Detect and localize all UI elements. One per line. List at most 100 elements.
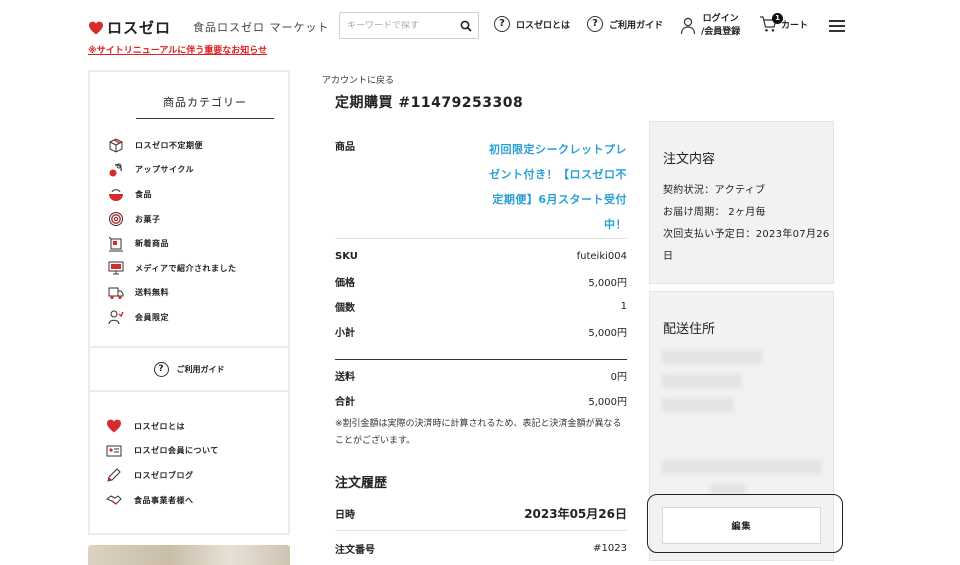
shipping-row: 送料 0円 <box>335 363 627 388</box>
upcycle-icon <box>109 163 122 177</box>
subtotal-row: 小計 5,000円 <box>335 319 627 344</box>
nav-about-label: ロスゼロとは <box>516 20 571 31</box>
question-circle-icon: ? <box>494 16 510 32</box>
category-item-new[interactable]: 新着商品 <box>90 231 288 256</box>
category-item-label: 送料無料 <box>135 288 169 298</box>
logo-text: ロスゼロ <box>107 19 172 37</box>
sidebar-guide-link[interactable]: ? ご利用ガイド <box>88 346 290 392</box>
order-date-label: 日時 <box>335 510 355 521</box>
divider <box>335 359 627 360</box>
price-value: 5,000円 <box>588 278 627 289</box>
category-item-free-shipping[interactable]: 送料無料 <box>90 281 288 306</box>
search-icon[interactable] <box>460 20 472 32</box>
question-circle-icon: ? <box>153 361 169 377</box>
category-item-futeiki[interactable]: ロスゼロ不定期便 <box>90 133 288 158</box>
nav-cart-label: カート <box>781 20 809 31</box>
category-title: 商品カテゴリー <box>136 94 274 119</box>
price-row: 価格 5,000円 <box>335 269 627 294</box>
address-redacted <box>710 484 746 494</box>
donut-icon <box>109 212 123 227</box>
sku-row: SKU futeiki004 <box>335 244 627 269</box>
order-summary-panel: 注文内容 契約状況：アクティブ お届け周期： 2ヶ月毎 次回支払い予定日：202… <box>649 121 834 284</box>
order-date-row: 日時 2023年05月26日 <box>335 501 627 526</box>
renewal-notice-link[interactable]: ※サイトリニューアルに伴う重要なお知らせ <box>88 43 267 56</box>
sidebar: 商品カテゴリー ロスゼロ不定期便 アップサイクル 食品 お菓子 新着商品 メディ… <box>88 70 290 565</box>
about-item-blog[interactable]: ロスゼロブログ <box>90 463 288 488</box>
cart-icon-wrap: 1 <box>759 13 783 33</box>
order-number-label: 注文番号 <box>335 545 375 556</box>
quantity-row: 個数 1 <box>335 294 627 319</box>
next-payment-date: 次回支払い予定日：2023年07月26日 <box>663 229 830 262</box>
handshake-icon <box>106 495 122 505</box>
total-row: 合計 5,000円 <box>335 388 627 413</box>
discount-note: ※割引金額は実際の決済時に計算されるため、表記と決済金額が異なることがございます… <box>335 419 622 446</box>
nav-login[interactable]: ログイン /会員登録 <box>680 13 740 39</box>
product-label: 商品 <box>335 142 355 153</box>
category-item-label: 新着商品 <box>135 239 169 249</box>
price-label: 価格 <box>335 278 355 289</box>
address-redacted <box>662 398 734 412</box>
site-logo[interactable]: ロスゼロ <box>88 17 171 38</box>
category-list: ロスゼロ不定期便 アップサイクル 食品 お菓子 新着商品 メディアで紹介されまし… <box>90 133 288 330</box>
order-number-line: 注文番号 #1023 <box>335 536 627 561</box>
hamburger-menu-icon[interactable] <box>829 20 845 32</box>
order-date-line: 日時 2023年05月26日 <box>335 501 627 526</box>
login-line2: /会員登録 <box>701 27 741 37</box>
shipping-value: 0円 <box>610 372 627 383</box>
user-icon <box>680 17 696 35</box>
box-icon <box>109 138 123 153</box>
category-item-media[interactable]: メディアで紹介されました <box>90 256 288 281</box>
about-item-label: ロスゼロとは <box>134 421 185 431</box>
about-item-membership[interactable]: ロスゼロ会員について <box>90 439 288 464</box>
divider <box>335 530 627 531</box>
back-to-account-link[interactable]: アカウントに戻る <box>322 73 394 86</box>
login-text: ログイン /会員登録 <box>701 13 740 39</box>
page-title: 定期購買 #11479253308 <box>335 95 524 111</box>
about-item-rosszero[interactable]: ロスゼロとは <box>90 414 288 439</box>
nav-cart[interactable]: 1 カート <box>759 13 809 33</box>
question-circle-icon: ? <box>587 16 603 32</box>
category-item-members[interactable]: 会員限定 <box>90 305 288 330</box>
pencil-icon <box>107 468 121 483</box>
heart-icon <box>107 419 121 433</box>
site-tagline: 食品ロスゼロ マーケット <box>193 21 330 34</box>
category-box: 商品カテゴリー ロスゼロ不定期便 アップサイクル 食品 お菓子 新着商品 メディ… <box>88 70 290 348</box>
truck-icon <box>108 287 124 299</box>
search-box <box>339 12 479 39</box>
address-redacted <box>662 460 822 474</box>
order-summary-title: 注文内容 <box>663 152 716 167</box>
category-item-label: 会員限定 <box>135 312 169 322</box>
shipping-address-title: 配送住所 <box>663 322 716 337</box>
category-item-food[interactable]: 食品 <box>90 182 288 207</box>
address-redacted <box>662 374 742 388</box>
category-item-sweets[interactable]: お菓子 <box>90 207 288 232</box>
cart-count-badge: 1 <box>772 13 783 24</box>
sidebar-guide-label: ご利用ガイド <box>176 364 225 374</box>
edit-address-button[interactable]: 編集 <box>662 507 821 544</box>
sidebar-banner-image[interactable] <box>88 545 290 565</box>
nav-guide[interactable]: ? ご利用ガイド <box>587 16 663 32</box>
nav-about[interactable]: ? ロスゼロとは <box>494 16 570 32</box>
category-item-label: アップサイクル <box>135 165 195 175</box>
about-item-label: ロスゼロ会員について <box>134 446 219 456</box>
delivery-cycle: お届け周期： 2ヶ月毎 <box>663 207 766 218</box>
product-details: SKU futeiki004 価格 5,000円 個数 1 小計 5,000円 <box>335 244 627 344</box>
about-item-business[interactable]: 食品事業者様へ <box>90 488 288 513</box>
id-card-icon <box>106 445 122 457</box>
food-bowl-icon <box>109 189 123 202</box>
nav-guide-label: ご利用ガイド <box>609 20 664 31</box>
about-box: ロスゼロとは ロスゼロ会員について ロスゼロブログ 食品事業者様へ <box>88 390 290 535</box>
category-item-upcycle[interactable]: アップサイクル <box>90 158 288 183</box>
about-item-label: 食品事業者様へ <box>134 495 194 505</box>
product-name-link[interactable]: 初回限定シークレットプレゼント付き！【ロスゼロ不定期便】6月スタート受付中！ <box>482 137 627 237</box>
quantity-value: 1 <box>620 301 627 312</box>
order-number-row: 注文番号 #1023 <box>335 536 627 561</box>
login-line1: ログイン <box>702 14 739 24</box>
order-date-value: 2023年05月26日 <box>524 507 627 521</box>
category-item-label: メディアで紹介されました <box>135 263 237 273</box>
search-input[interactable] <box>340 20 452 31</box>
address-redacted <box>662 350 762 364</box>
totals: 送料 0円 合計 5,000円 <box>335 363 627 413</box>
total-label: 合計 <box>335 397 355 408</box>
sku-value: futeiki004 <box>576 251 627 262</box>
